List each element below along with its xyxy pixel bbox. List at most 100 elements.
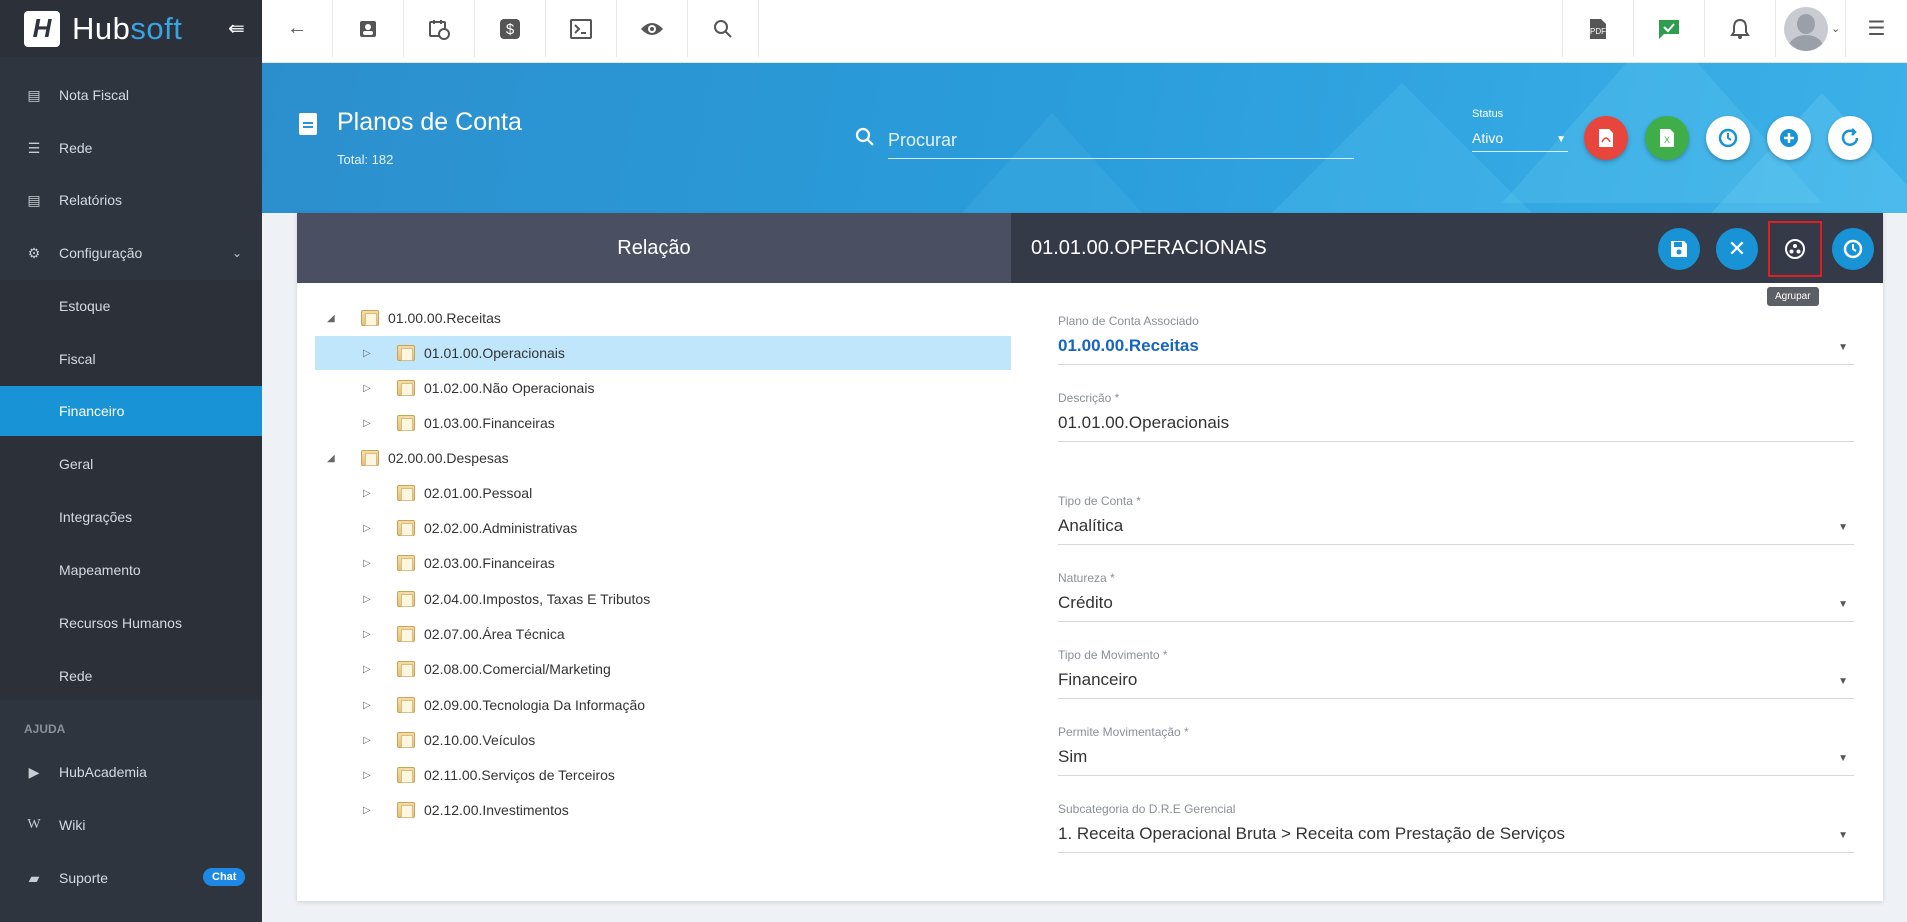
terminal-icon [570, 18, 592, 39]
dollar-icon: $ [500, 18, 520, 39]
youtube-icon: ▶ [28, 763, 40, 780]
export-excel-button[interactable]: X [1645, 116, 1689, 160]
sidebar-item-relatorios[interactable]: ▤ Relatórios [0, 175, 262, 225]
tree-node[interactable]: ▷ 02.08.00.Comercial/Marketing [315, 652, 1011, 686]
folder-icon [397, 661, 415, 677]
collapsed-triangle-icon[interactable]: ▷ [363, 629, 371, 640]
menu-button[interactable]: ☰ [1845, 0, 1907, 57]
tree-node[interactable]: ▷ 02.10.00.Veículos [315, 723, 1011, 757]
sidebar-item-recursos-humanos[interactable]: Recursos Humanos [0, 598, 262, 648]
notifications-button[interactable] [1704, 0, 1775, 57]
descricao-field[interactable]: 01.01.00.Operacionais [1058, 410, 1854, 442]
folder-icon [397, 520, 415, 536]
collapsed-triangle-icon[interactable]: ▷ [363, 664, 371, 675]
collapsed-triangle-icon[interactable]: ▷ [363, 805, 371, 816]
tree-node[interactable]: ▷ 02.09.00.Tecnologia Da Informação [315, 688, 1011, 722]
sidebar-item-configuracao[interactable]: ⚙ Configuração ⌄ [0, 228, 262, 278]
close-icon: ✕ [1727, 236, 1747, 261]
plano-associado-select[interactable]: 01.00.00.Receitas ▼ [1058, 333, 1854, 365]
chat-badge[interactable]: Chat [203, 868, 246, 886]
user-menu[interactable]: ⌄ [1775, 0, 1845, 57]
tree-node[interactable]: ▷ 02.02.00.Administrativas [315, 511, 1011, 545]
collapsed-triangle-icon[interactable]: ▷ [363, 488, 371, 499]
tree-node-label: 02.11.00.Serviços de Terceiros [424, 767, 615, 783]
search-button[interactable] [688, 0, 759, 57]
tree-node-label: 02.03.00.Financeiras [424, 555, 555, 571]
highlight-box [1768, 221, 1822, 277]
history-icon [1843, 239, 1863, 259]
natureza-label: Natureza * [1058, 571, 1115, 585]
collapsed-triangle-icon[interactable]: ▷ [363, 418, 371, 429]
folder-icon [397, 380, 415, 396]
folder-icon [397, 345, 415, 361]
sidebar-item-estoque[interactable]: Estoque [0, 281, 262, 331]
cancel-button[interactable]: ✕ [1716, 228, 1758, 270]
terminal-button[interactable] [546, 0, 617, 57]
natureza-value: Crédito [1058, 593, 1113, 612]
tree-node[interactable]: ▷ 01.03.00.Financeiras [315, 406, 1011, 440]
sidebar-item-fiscal[interactable]: Fiscal [0, 334, 262, 384]
natureza-select[interactable]: Crédito ▼ [1058, 590, 1854, 622]
sidebar-item-mapeamento[interactable]: Mapeamento [0, 545, 262, 595]
collapse-menu-icon[interactable]: ⇚ [228, 16, 245, 41]
export-pdf-button[interactable] [1584, 116, 1628, 160]
sidebar-item-label: Rede [59, 668, 93, 684]
sidebar-item-financeiro[interactable]: Financeiro [0, 386, 262, 436]
history-button[interactable] [1832, 228, 1874, 270]
subcategoria-select[interactable]: 1. Receita Operacional Bruta > Receita c… [1058, 821, 1854, 853]
collapsed-triangle-icon[interactable]: ▷ [363, 700, 371, 711]
collapsed-triangle-icon[interactable]: ▷ [363, 770, 371, 781]
brand[interactable]: H Hubsoft [0, 0, 262, 57]
permite-movimentacao-select[interactable]: Sim ▼ [1058, 744, 1854, 776]
finance-button[interactable]: $ [475, 0, 546, 57]
sidebar-item-label: Estoque [59, 298, 111, 314]
tree-node[interactable]: ▷ 01.02.00.Não Operacionais [315, 371, 1011, 405]
sidebar-item-integracoes[interactable]: Integrações [0, 492, 262, 542]
view-button[interactable] [617, 0, 688, 57]
collapsed-triangle-icon[interactable]: ▷ [363, 383, 371, 394]
pdf-button[interactable]: PDF [1562, 0, 1633, 57]
tree-node[interactable]: ▷ 01.01.00.Operacionais [315, 336, 1011, 370]
add-button[interactable] [1767, 116, 1811, 160]
sidebar-item-wiki[interactable]: W Wiki [0, 800, 262, 850]
collapsed-triangle-icon[interactable]: ▷ [363, 558, 371, 569]
tree-node[interactable]: ◢ 02.00.00.Despesas [315, 441, 1011, 475]
sidebar-item-nota-fiscal[interactable]: ▤ Nota Fiscal [0, 70, 262, 120]
tree-node[interactable]: ▷ 02.11.00.Serviços de Terceiros [315, 758, 1011, 792]
tasks-button[interactable] [1633, 0, 1704, 57]
tree-node[interactable]: ◢ 01.00.00.Receitas [315, 301, 1011, 335]
sidebar-item-rede-config[interactable]: Rede [0, 651, 262, 701]
server-icon: ☰ [27, 139, 41, 156]
expanded-triangle-icon[interactable]: ◢ [327, 453, 335, 464]
collapsed-triangle-icon[interactable]: ▷ [363, 348, 371, 359]
back-button[interactable]: ← [262, 0, 333, 57]
tipo-movimento-select[interactable]: Financeiro ▼ [1058, 667, 1854, 699]
tree-node[interactable]: ▷ 02.12.00.Investimentos [315, 793, 1011, 827]
tipo-conta-select[interactable]: Analítica ▼ [1058, 513, 1854, 545]
relation-panel-header: Relação [297, 213, 1011, 283]
sidebar-item-rede[interactable]: ☰ Rede [0, 123, 262, 173]
sidebar-item-label: Mapeamento [59, 562, 141, 578]
plus-circle-icon [1780, 129, 1798, 147]
search-input[interactable] [888, 123, 1354, 159]
history-button[interactable] [1706, 116, 1750, 160]
sidebar-item-suporte[interactable]: ▰ Suporte Chat [0, 853, 262, 903]
checked-message-icon [1659, 19, 1679, 39]
contacts-button[interactable] [333, 0, 404, 57]
tree-node[interactable]: ▷ 02.07.00.Área Técnica [315, 617, 1011, 651]
collapsed-triangle-icon[interactable]: ▷ [363, 594, 371, 605]
collapsed-triangle-icon[interactable]: ▷ [363, 523, 371, 534]
tree-node[interactable]: ▷ 02.01.00.Pessoal [315, 476, 1011, 510]
calendar-button[interactable] [404, 0, 475, 57]
tree-node[interactable]: ▷ 02.03.00.Financeiras [315, 546, 1011, 580]
collapsed-triangle-icon[interactable]: ▷ [363, 735, 371, 746]
sidebar-item-hubacademia[interactable]: ▶ HubAcademia [0, 747, 262, 797]
avatar [1784, 6, 1828, 51]
tree-node[interactable]: ▷ 02.04.00.Impostos, Taxas E Tributos [315, 582, 1011, 616]
sidebar-item-geral[interactable]: Geral [0, 439, 262, 489]
refresh-button[interactable] [1828, 116, 1872, 160]
status-select[interactable]: Ativo ▼ [1472, 126, 1568, 152]
relation-title: Relação [617, 236, 691, 259]
expanded-triangle-icon[interactable]: ◢ [327, 313, 335, 324]
save-button[interactable] [1658, 228, 1700, 270]
